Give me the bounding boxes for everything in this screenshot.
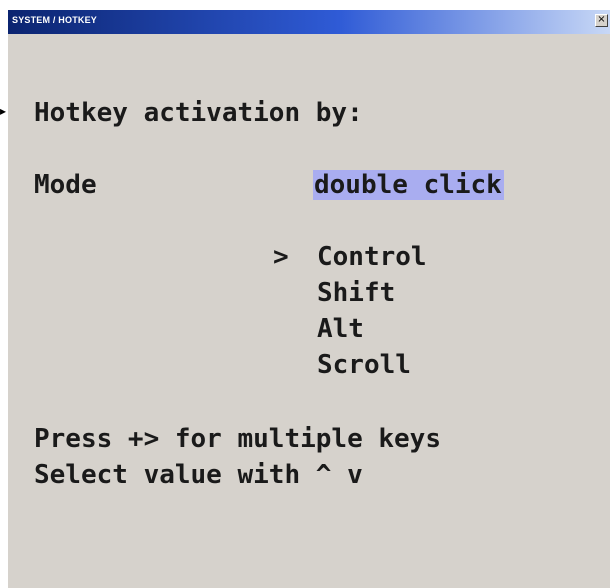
key-option-control[interactable]: Control [317, 242, 427, 272]
window-title: SYSTEM / HOTKEY [12, 15, 98, 25]
arrow-pointer-icon: ▸ [0, 104, 7, 118]
mode-value[interactable]: double click [313, 170, 504, 200]
hotkey-dialog: SYSTEM / HOTKEY × Hotkey activation by: … [8, 10, 610, 588]
close-button[interactable]: × [595, 14, 608, 27]
selection-cursor: > [273, 242, 289, 272]
mode-label: Mode [34, 170, 97, 200]
key-option-shift[interactable]: Shift [317, 278, 395, 308]
key-option-scroll[interactable]: Scroll [317, 350, 411, 380]
title-bar: SYSTEM / HOTKEY × [8, 10, 610, 34]
key-option-alt[interactable]: Alt [317, 314, 364, 344]
help-line-multiple-keys: Press +> for multiple keys [34, 424, 441, 454]
heading: Hotkey activation by: [34, 98, 363, 128]
help-line-select-value: Select value with ^ v [34, 460, 363, 490]
close-icon: × [597, 14, 606, 25]
